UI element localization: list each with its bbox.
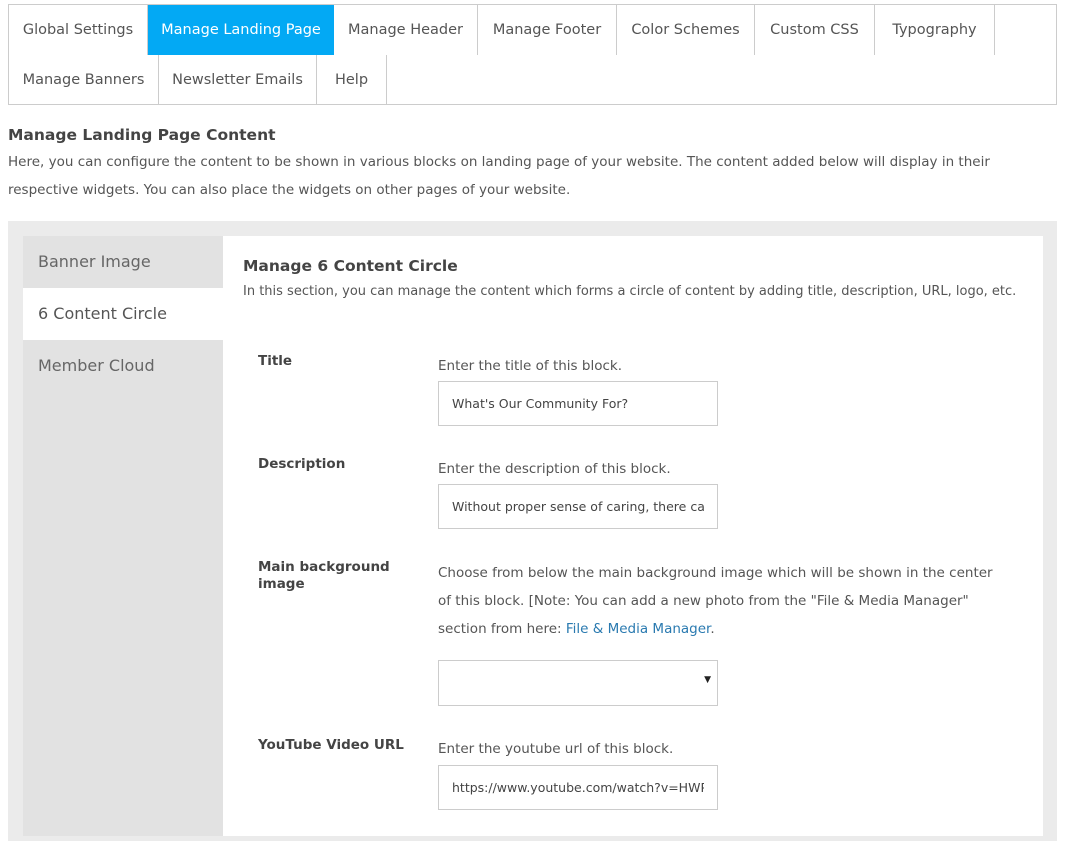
- page-title: Manage Landing Page Content: [8, 126, 276, 144]
- sidenav-item-label: Banner Image: [38, 252, 151, 271]
- help-text: Choose from below the main background im…: [438, 565, 993, 637]
- sidenav-item-member-cloud[interactable]: Member Cloud: [23, 340, 223, 392]
- tab-newsletter-emails[interactable]: Newsletter Emails: [159, 55, 317, 105]
- tab-label: Manage Header: [347, 22, 463, 38]
- background-image-field-help: Choose from below the main background im…: [438, 559, 998, 643]
- youtube-url-input[interactable]: [438, 765, 718, 810]
- sidenav-item-banner-image[interactable]: Banner Image: [23, 236, 223, 288]
- section-title: Manage 6 Content Circle: [243, 257, 458, 275]
- dropdown-arrow-icon: ▼: [704, 675, 711, 685]
- tab-help[interactable]: Help: [317, 55, 387, 105]
- tab-label: Newsletter Emails: [172, 72, 303, 88]
- tab-label: Manage Banners: [22, 72, 145, 88]
- tab-label: Custom CSS: [770, 22, 859, 38]
- file-media-manager-link[interactable]: File & Media Manager: [566, 621, 710, 637]
- tab-manage-landing-page[interactable]: Manage Landing Page: [148, 5, 334, 55]
- help-text-end: .: [710, 621, 715, 637]
- tab-typography[interactable]: Typography: [875, 5, 995, 55]
- tab-color-schemes[interactable]: Color Schemes: [617, 5, 755, 55]
- section-sidenav: Banner Image 6 Content Circle Member Clo…: [23, 236, 223, 836]
- tab-label: Manage Landing Page: [161, 22, 321, 38]
- description-input[interactable]: [438, 484, 718, 529]
- tab-global-settings[interactable]: Global Settings: [9, 5, 148, 55]
- sidenav-item-label: 6 Content Circle: [38, 304, 167, 323]
- page-description: Here, you can configure the content to b…: [8, 154, 990, 198]
- tab-label: Global Settings: [22, 22, 134, 38]
- settings-tab-bar: Global Settings Manage Landing Page Mana…: [8, 4, 1057, 105]
- title-field-label: Title: [258, 353, 293, 369]
- tab-manage-header[interactable]: Manage Header: [334, 5, 478, 55]
- youtube-url-field-help: Enter the youtube url of this block.: [438, 741, 674, 757]
- sidenav-item-label: Member Cloud: [38, 356, 155, 375]
- background-image-select[interactable]: ▼: [438, 660, 718, 706]
- tab-label: Typography: [892, 22, 977, 38]
- section-description: In this section, you can manage the cont…: [243, 284, 1017, 299]
- tab-manage-banners[interactable]: Manage Banners: [9, 55, 159, 105]
- description-field-help: Enter the description of this block.: [438, 461, 671, 477]
- sidenav-item-6-content-circle[interactable]: 6 Content Circle: [23, 288, 223, 340]
- youtube-url-field-label: YouTube Video URL: [258, 737, 404, 753]
- tab-label: Manage Footer: [492, 22, 602, 38]
- section-content: Manage 6 Content Circle In this section,…: [223, 236, 1043, 836]
- tab-custom-css[interactable]: Custom CSS: [755, 5, 875, 55]
- description-field-label: Description: [258, 456, 346, 472]
- tab-manage-footer[interactable]: Manage Footer: [478, 5, 617, 55]
- tab-label: Help: [334, 72, 369, 88]
- background-image-field-label: Main background image: [258, 559, 390, 592]
- tab-label: Color Schemes: [631, 22, 740, 38]
- title-input[interactable]: [438, 381, 718, 426]
- landing-content-panel: Banner Image 6 Content Circle Member Clo…: [8, 221, 1057, 841]
- title-field-help: Enter the title of this block.: [438, 358, 622, 374]
